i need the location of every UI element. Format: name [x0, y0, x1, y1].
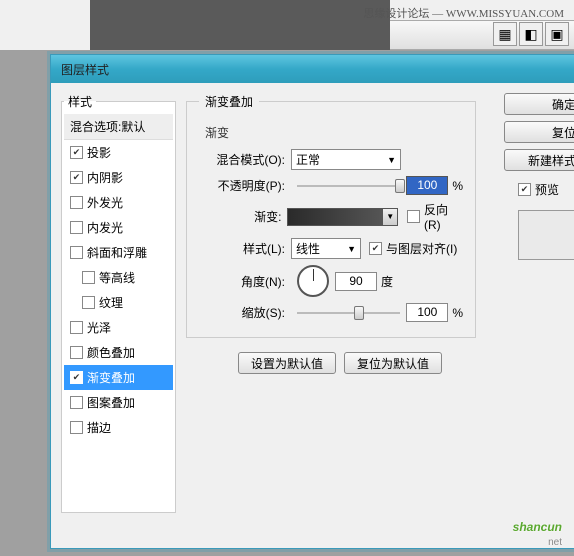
- style-item-label: 渐变叠加: [87, 369, 135, 386]
- style-checkbox[interactable]: [82, 296, 95, 309]
- align-label: 与图层对齐(I): [386, 240, 457, 257]
- style-item-6[interactable]: 纹理: [64, 290, 173, 315]
- style-item-8[interactable]: 颜色叠加: [64, 340, 173, 365]
- angle-dial[interactable]: [297, 265, 329, 297]
- style-item-label: 等高线: [99, 269, 135, 286]
- angle-input[interactable]: 90: [335, 272, 377, 291]
- ok-button[interactable]: 确定: [504, 93, 574, 115]
- style-checkbox[interactable]: [70, 196, 83, 209]
- gradient-dropdown[interactable]: ▼: [382, 208, 397, 226]
- style-item-4[interactable]: 斜面和浮雕: [64, 240, 173, 265]
- reset-default-button[interactable]: 复位为默认值: [344, 352, 442, 374]
- scale-input[interactable]: 100: [406, 303, 448, 322]
- style-checkbox[interactable]: [70, 221, 83, 234]
- style-item-label: 光泽: [87, 319, 111, 336]
- reverse-checkbox[interactable]: [407, 210, 420, 223]
- style-item-label: 内发光: [87, 219, 123, 236]
- style-item-7[interactable]: 光泽: [64, 315, 173, 340]
- opacity-label: 不透明度(P):: [199, 177, 291, 194]
- opacity-unit: %: [452, 179, 463, 193]
- scale-label: 缩放(S):: [199, 304, 291, 321]
- chevron-down-icon: ▼: [347, 244, 356, 254]
- blending-options-row[interactable]: 混合选项:默认: [64, 114, 173, 140]
- style-checkbox[interactable]: [70, 246, 83, 259]
- toolbar-icons: ▦ ◧ ▣: [493, 22, 569, 46]
- make-default-button[interactable]: 设置为默认值: [238, 352, 336, 374]
- style-item-label: 纹理: [99, 294, 123, 311]
- style-checkbox[interactable]: [70, 371, 83, 384]
- gradient-preview[interactable]: [287, 208, 383, 226]
- right-buttons: 确定 复位 新建样式 预览: [504, 93, 574, 538]
- style-item-5[interactable]: 等高线: [64, 265, 173, 290]
- gradient-overlay-panel: 渐变叠加 渐变 混合模式(O): 正常▼ 不透明度(P): 100 % 渐变:: [186, 93, 494, 538]
- style-item-label: 投影: [87, 144, 111, 161]
- style-item-1[interactable]: 内阴影: [64, 165, 173, 190]
- styles-panel: 样式 混合选项:默认 投影内阴影外发光内发光斜面和浮雕等高线纹理光泽颜色叠加渐变…: [61, 93, 176, 538]
- style-checkbox[interactable]: [70, 421, 83, 434]
- blend-mode-label: 混合模式(O):: [199, 151, 291, 168]
- style-select[interactable]: 线性▼: [291, 238, 361, 259]
- style-checkbox[interactable]: [70, 171, 83, 184]
- dialog-titlebar[interactable]: 图层样式: [51, 55, 574, 83]
- tool-icon-3[interactable]: ▣: [545, 22, 569, 46]
- opacity-slider[interactable]: [297, 185, 400, 187]
- scale-slider[interactable]: [297, 312, 400, 314]
- style-item-11[interactable]: 描边: [64, 415, 173, 440]
- tool-icon-2[interactable]: ◧: [519, 22, 543, 46]
- style-item-3[interactable]: 内发光: [64, 215, 173, 240]
- style-item-10[interactable]: 图案叠加: [64, 390, 173, 415]
- style-checkbox[interactable]: [82, 271, 95, 284]
- preview-checkbox[interactable]: [518, 183, 531, 196]
- style-checkbox[interactable]: [70, 346, 83, 359]
- scale-unit: %: [452, 306, 463, 320]
- style-checkbox[interactable]: [70, 396, 83, 409]
- style-checkbox[interactable]: [70, 146, 83, 159]
- new-style-button[interactable]: 新建样式: [504, 149, 574, 171]
- angle-unit: 度: [381, 273, 393, 290]
- style-item-0[interactable]: 投影: [64, 140, 173, 165]
- opacity-input[interactable]: 100: [406, 176, 448, 195]
- chevron-down-icon: ▼: [387, 155, 396, 165]
- header-watermark: 思缘设计论坛 — WWW.MISSYUAN.COM: [363, 5, 564, 21]
- gradient-sublabel: 渐变: [205, 124, 463, 141]
- angle-label: 角度(N):: [199, 273, 291, 290]
- style-item-label: 外发光: [87, 194, 123, 211]
- canvas-dark: [90, 0, 390, 50]
- style-item-label: 颜色叠加: [87, 344, 135, 361]
- style-item-label: 斜面和浮雕: [87, 244, 147, 261]
- gradient-label: 渐变:: [199, 208, 287, 225]
- style-checkbox[interactable]: [70, 321, 83, 334]
- preview-swatch: [518, 210, 574, 260]
- layer-style-dialog: 图层样式 样式 混合选项:默认 投影内阴影外发光内发光斜面和浮雕等高线纹理光泽颜…: [50, 54, 574, 549]
- style-item-label: 图案叠加: [87, 394, 135, 411]
- tool-icon-1[interactable]: ▦: [493, 22, 517, 46]
- style-item-9[interactable]: 渐变叠加: [64, 365, 173, 390]
- style-item-2[interactable]: 外发光: [64, 190, 173, 215]
- blend-mode-select[interactable]: 正常▼: [291, 149, 401, 170]
- style-item-label: 内阴影: [87, 169, 123, 186]
- style-label: 样式(L):: [199, 240, 291, 257]
- preview-label: 预览: [535, 181, 559, 198]
- align-checkbox[interactable]: [369, 242, 382, 255]
- style-item-label: 描边: [87, 419, 111, 436]
- styles-legend: 样式: [64, 93, 96, 110]
- reverse-label: 反向(R): [424, 201, 463, 232]
- main-legend: 渐变叠加: [199, 93, 259, 110]
- dialog-title: 图层样式: [61, 61, 109, 78]
- cancel-button[interactable]: 复位: [504, 121, 574, 143]
